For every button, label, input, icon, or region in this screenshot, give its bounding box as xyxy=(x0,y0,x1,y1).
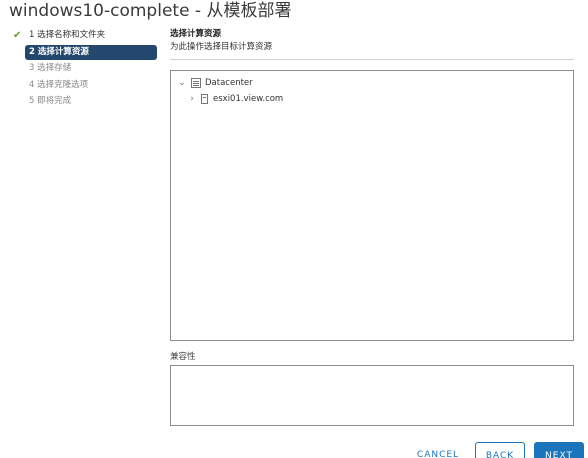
step-label: 4 选择克隆选项 xyxy=(29,79,89,90)
tree-node-label: Datacenter xyxy=(205,78,253,88)
section-header: 选择计算资源 为此操作选择目标计算资源 xyxy=(170,28,574,54)
checkmark-icon: ✔ xyxy=(13,30,22,41)
tree-node-host[interactable]: › esxi01.view.com xyxy=(187,94,283,104)
tree-node-label: esxi01.view.com xyxy=(213,94,284,104)
step-select-compute-resource[interactable]: 2 选择计算资源 xyxy=(25,44,157,60)
step-label: 3 选择存储 xyxy=(29,63,72,74)
cancel-button[interactable]: CANCEL xyxy=(408,442,468,458)
host-icon xyxy=(201,94,208,104)
datacenter-icon xyxy=(191,78,201,88)
chevron-down-icon[interactable]: ⌄ xyxy=(177,78,187,88)
compute-resource-tree[interactable]: ⌄ Datacenter › esxi01.view.com xyxy=(170,70,574,341)
step-label: 2 选择计算资源 xyxy=(29,46,89,57)
step-label: 1 选择名称和文件夹 xyxy=(29,30,106,40)
compatibility-panel xyxy=(170,365,574,426)
wizard-steps: ✔ 1 选择名称和文件夹 2 选择计算资源 3 选择存储 4 选择克隆选项 5 … xyxy=(9,28,159,111)
compatibility-label: 兼容性 xyxy=(170,352,196,362)
next-button[interactable]: NEXT xyxy=(534,442,584,458)
section-title: 选择计算资源 xyxy=(170,29,222,39)
step-ready-to-complete: 5 即将完成 xyxy=(9,94,159,109)
divider xyxy=(170,59,574,60)
tree-node-datacenter[interactable]: ⌄ Datacenter xyxy=(177,78,253,88)
chevron-right-icon[interactable]: › xyxy=(187,94,197,104)
wizard-title: windows10-complete - 从模板部署 xyxy=(9,1,292,21)
section-description: 为此操作选择目标计算资源 xyxy=(170,42,273,52)
back-button[interactable]: BACK xyxy=(475,442,525,458)
step-select-name-folder[interactable]: ✔ 1 选择名称和文件夹 xyxy=(9,28,159,43)
step-select-clone-options: 4 选择克隆选项 xyxy=(9,78,159,93)
step-label: 5 即将完成 xyxy=(29,96,72,107)
step-select-storage: 3 选择存储 xyxy=(9,61,159,76)
